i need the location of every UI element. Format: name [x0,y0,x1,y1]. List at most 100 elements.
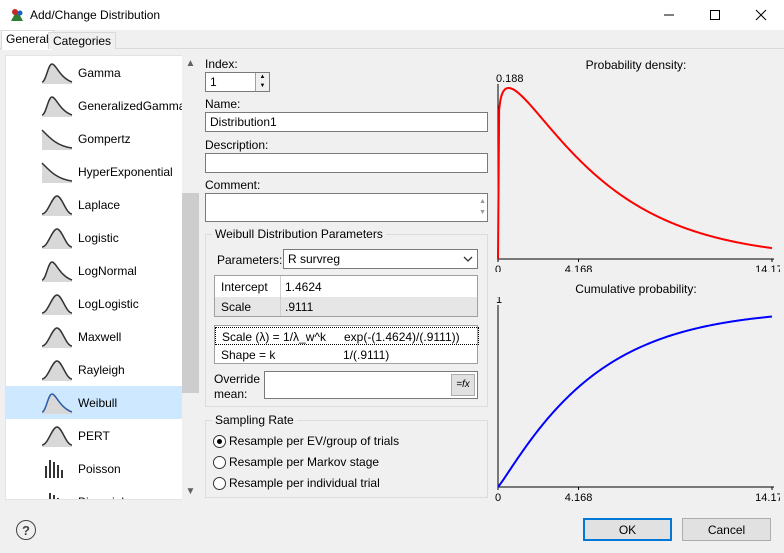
cancel-button[interactable]: Cancel [682,518,771,541]
help-icon[interactable]: ? [16,520,36,540]
scroll-down-icon[interactable]: ▼ [182,483,199,500]
laplace-shape-icon [41,194,73,216]
formula-rhs: 1/(.9111) [343,348,390,362]
maximize-button[interactable] [692,0,738,30]
comment-scroll-down-icon[interactable]: ▼ [479,206,486,220]
scroll-up-icon[interactable]: ▲ [182,55,199,72]
cdf-chart-title: Cumulative probability: [575,282,697,296]
binomial-bars-icon [45,492,59,499]
distribution-item-poisson[interactable]: Poisson [6,452,183,485]
minimize-button[interactable] [646,0,692,30]
pdf-chart: 0.188 0 4.168 14.178 [495,73,780,272]
distribution-label: Weibull [78,395,118,410]
radio-circle-icon [213,434,226,448]
parameter-value: 1.4624 [285,280,322,294]
hyperexponential-shape-icon [41,161,73,183]
distribution-list-scrollbar[interactable]: ▲ ▼ [182,55,199,500]
formula-row[interactable]: Scale (λ) = 1/λ_w^k exp(-(1.4624)/(.9111… [215,327,479,345]
description-label: Description: [205,138,269,152]
formula-lhs: Shape = k [221,348,276,362]
series-line [497,315,773,488]
series-line [497,87,773,260]
distribution-item-laplace[interactable]: Laplace [6,188,183,221]
index-value: 1 [210,75,217,89]
tab-bar: General Categories [0,30,784,50]
x-tick-label: 0 [495,264,501,272]
distribution-label: HyperExponential [78,164,173,179]
distribution-label: Laplace [78,197,121,212]
distribution-item-pert[interactable]: PERT [6,419,183,452]
y-max-label: 0.188 [496,73,524,85]
distribution-item-loglogistic[interactable]: LogLogistic [6,287,183,320]
window-title: Add/Change Distribution [30,8,161,22]
formula-rhs: exp(-(1.4624)/(.9111)) [344,330,460,344]
spin-up-icon[interactable]: ▲ [255,73,269,82]
logistic-shape-icon [41,227,73,249]
parameter-row[interactable]: Scale .9111 [215,297,477,316]
pert-shape-icon [41,425,73,447]
weibull-shape-icon [41,392,73,414]
distribution-label: Gamma [78,65,121,80]
x-tick-label: 4.168 [565,264,593,272]
parameters-select[interactable]: R survreg [283,249,478,269]
distribution-item-maxwell[interactable]: Maxwell [6,320,183,353]
comment-input[interactable]: ▲ ▼ [205,193,488,222]
distribution-item-lognormal[interactable]: LogNormal [6,254,183,287]
formula-row[interactable]: Shape = k 1/(.9111) [215,346,479,364]
close-icon [755,9,767,21]
distribution-item-binomial[interactable]: Binomial [6,485,183,500]
loglogistic-shape-icon [41,293,73,315]
index-stepper[interactable]: 1 ▲ ▼ [205,72,270,92]
parameters-value: R survreg [288,252,341,266]
parameters-table: Intercept 1.4624 Scale .9111 [214,275,478,317]
radio-circle-icon [213,455,226,469]
distribution-label: Rayleigh [78,362,125,377]
lognormal-shape-icon [41,260,73,282]
radio-resample-markov[interactable]: Resample per Markov stage [213,455,379,469]
description-input[interactable] [205,153,488,173]
parameter-name: Scale [221,300,252,314]
distribution-label: Maxwell [78,329,122,344]
distribution-item-hyperexponential[interactable]: HyperExponential [6,155,183,188]
radio-resample-ev[interactable]: Resample per EV/group of trials [213,434,399,448]
distribution-label: Gompertz [78,131,131,146]
override-label-2: mean: [214,387,248,401]
x-tick-label: 14.178 [755,492,780,502]
distribution-item-gamma[interactable]: Gamma [6,56,183,89]
x-tick-label: 14.178 [755,264,780,272]
tab-general[interactable]: General [1,30,54,50]
name-input[interactable]: Distribution1 [205,112,488,132]
chevron-down-icon [463,256,473,262]
override-mean-input[interactable]: =fx [264,371,478,399]
formula-editor-button[interactable]: =fx [451,374,475,396]
gamma-shape-icon [41,62,73,84]
parameter-row[interactable]: Intercept 1.4624 [215,277,477,296]
ok-button[interactable]: OK [583,518,672,541]
distribution-list[interactable]: Gamma GeneralizedGamma Gompertz HyperExpone… [5,55,199,500]
spin-down-icon[interactable]: ▼ [255,82,269,91]
distribution-item-generalizedgamma[interactable]: GeneralizedGamma [6,89,185,122]
distribution-item-weibull[interactable]: Weibull [6,386,183,419]
gompertz-shape-icon [41,128,73,150]
parameter-name: Intercept [221,280,268,294]
minimize-icon [664,14,674,16]
parameter-value: .9111 [285,300,314,314]
radio-label: Resample per individual trial [229,476,380,490]
scrollbar-thumb[interactable] [182,193,199,393]
parameters-label: Parameters: [217,253,283,267]
app-logo-icon [11,9,23,21]
distribution-item-rayleigh[interactable]: Rayleigh [6,353,183,386]
title-bar: Add/Change Distribution [0,0,784,30]
radio-resample-trial[interactable]: Resample per individual trial [213,476,380,490]
tab-categories[interactable]: Categories [48,32,117,49]
distribution-label: LogLogistic [78,296,139,311]
index-label: Index: [205,57,238,71]
distribution-item-logistic[interactable]: Logistic [6,221,183,254]
pdf-chart-title: Probability density: [585,58,687,72]
distribution-item-gompertz[interactable]: Gompertz [6,122,183,155]
distribution-label: Binomial [78,495,124,500]
radio-label: Resample per Markov stage [229,455,380,469]
cdf-chart: 1 0 4.168 14.178 [495,297,780,502]
close-button[interactable] [738,0,784,30]
rayleigh-shape-icon [41,359,73,381]
